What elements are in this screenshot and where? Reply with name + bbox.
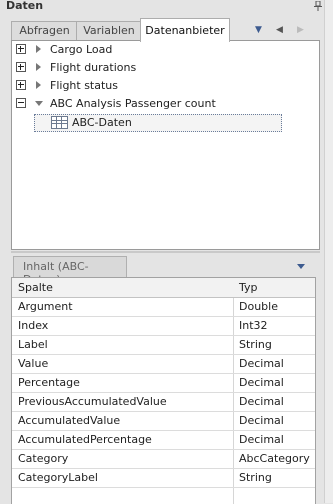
cell-type: Decimal <box>239 395 284 408</box>
tree-item-flight-status[interactable]: Flight status <box>12 77 317 95</box>
cell-type: AbcCategory <box>239 452 310 465</box>
panel-title: Daten <box>6 0 44 12</box>
triangle-left-icon[interactable]: ◀ <box>276 25 283 35</box>
cell-type: Decimal <box>239 414 284 427</box>
table-row[interactable]: Label String <box>12 335 315 355</box>
tree-item-abc-daten[interactable]: ABC-Daten <box>12 114 317 132</box>
tree-item-cargo-load[interactable]: Cargo Load <box>12 41 317 59</box>
table-row[interactable]: Index Int32 <box>12 316 315 336</box>
table-row[interactable]: Value Decimal <box>12 354 315 374</box>
table-row[interactable]: PreviousAccumulatedValue Decimal <box>12 392 315 412</box>
cell-name: PreviousAccumulatedValue <box>18 395 167 408</box>
cell-type: Decimal <box>239 433 284 446</box>
panel-header: Daten <box>0 0 333 14</box>
tree-item-label: Flight durations <box>50 61 137 74</box>
expand-icon[interactable] <box>16 62 26 72</box>
pin-icon[interactable] <box>314 1 322 11</box>
cell-type: String <box>239 338 272 351</box>
cell-name: Percentage <box>18 376 80 389</box>
cell-type: Int32 <box>239 319 268 332</box>
cell-type: String <box>239 471 272 484</box>
expand-icon[interactable] <box>16 44 26 54</box>
cell-name: CategoryLabel <box>18 471 98 484</box>
tab-datenanbieter[interactable]: Datenanbieter <box>140 18 230 42</box>
tree-item-label: ABC-Daten <box>72 116 132 129</box>
cell-name: Value <box>18 357 49 370</box>
table-row[interactable]: Percentage Decimal <box>12 373 315 393</box>
tree-item-label: Cargo Load <box>50 43 113 56</box>
cell-type: Decimal <box>239 376 284 389</box>
tab-abfragen[interactable]: Abfragen <box>11 21 78 41</box>
expanded-arrow-icon <box>35 101 43 106</box>
cell-name: Index <box>18 319 49 332</box>
triangle-down-icon[interactable]: ▼ <box>255 25 262 35</box>
cell-type: Decimal <box>239 357 284 370</box>
column-header-spalte[interactable]: Spalte <box>18 281 53 294</box>
data-source-tree[interactable]: Cargo Load Flight durations Flight statu… <box>11 40 320 250</box>
cell-name: Label <box>18 338 48 351</box>
columns-grid[interactable]: Spalte Typ Argument Double Index Int32 L… <box>11 277 316 504</box>
triangle-down-icon[interactable] <box>297 264 305 269</box>
panel-edge <box>324 0 333 503</box>
table-row[interactable]: Category AbcCategory <box>12 449 315 469</box>
collapsed-arrow-icon <box>36 63 41 71</box>
cell-name: Argument <box>18 300 73 313</box>
cell-type: Double <box>239 300 278 313</box>
cell-name: AccumulatedValue <box>18 414 121 427</box>
tree-item-abc-analysis[interactable]: ABC Analysis Passenger count <box>12 95 317 113</box>
table-row[interactable]: AccumulatedPercentage Decimal <box>12 430 315 450</box>
tab-label: Variablen <box>83 24 135 37</box>
cell-name: AccumulatedPercentage <box>18 433 152 446</box>
tree-item-label: Flight status <box>50 79 119 92</box>
tab-inhalt[interactable]: Inhalt (ABC-Daten) <box>13 256 127 286</box>
splitter[interactable] <box>11 251 320 253</box>
grid-header: Spalte Typ <box>12 278 315 298</box>
tree-item-flight-durations[interactable]: Flight durations <box>12 59 317 77</box>
table-row[interactable]: CategoryLabel String <box>12 468 315 488</box>
expand-icon[interactable] <box>16 80 26 90</box>
tree-item-label: ABC Analysis Passenger count <box>50 97 216 110</box>
collapse-icon[interactable] <box>16 98 26 108</box>
cell-name: Category <box>18 452 69 465</box>
tab-label: Abfragen <box>19 24 70 37</box>
tab-variablen[interactable]: Variablen <box>76 21 142 41</box>
collapsed-arrow-icon <box>36 81 41 89</box>
table-row[interactable]: Argument Double <box>12 297 315 317</box>
collapsed-arrow-icon <box>36 45 41 53</box>
table-row[interactable]: AccumulatedValue Decimal <box>12 411 315 431</box>
column-header-typ[interactable]: Typ <box>239 281 258 294</box>
tab-label: Datenanbieter <box>145 24 225 37</box>
triangle-right-icon[interactable]: ▶ <box>297 25 304 35</box>
